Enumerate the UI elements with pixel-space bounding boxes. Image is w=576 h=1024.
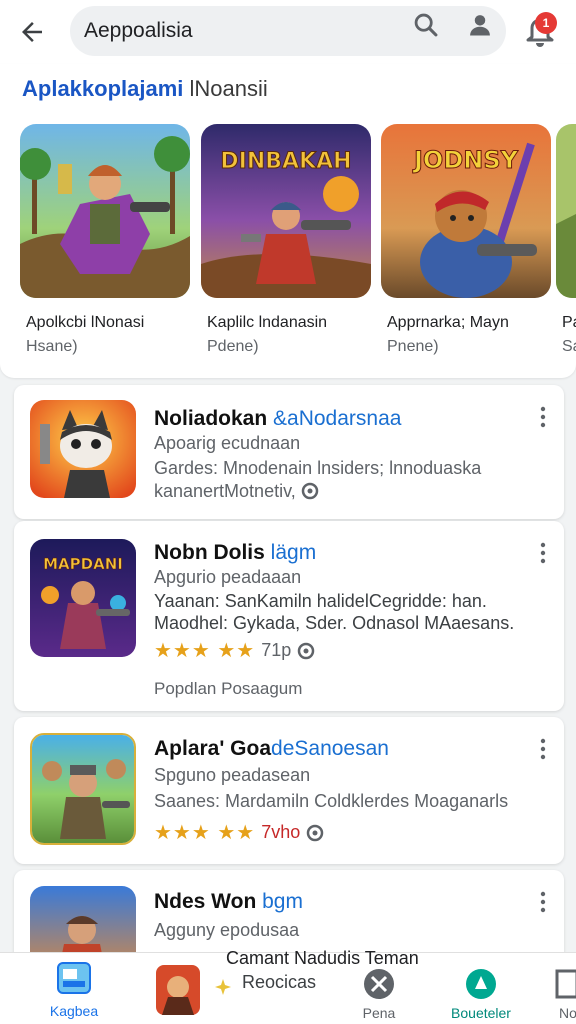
- nav-item-more[interactable]: No: [548, 953, 576, 1024]
- list-item[interactable]: Noliadokan &aNodarsnaa Apoarig ecudnaan …: [14, 385, 564, 519]
- kids-icon: [555, 969, 576, 999]
- app-card-subtitle: Pdene): [207, 338, 259, 355]
- offers-icon: [364, 969, 394, 999]
- app-card-name: Apolkcbi lNonasi: [26, 314, 145, 331]
- app-category: Apoarig ecudnaan: [154, 433, 301, 453]
- arrow-back-icon: [22, 22, 42, 42]
- rating-value: 7vho: [261, 822, 301, 842]
- app-title-highlight: deSanoesan: [271, 737, 389, 760]
- app-card-subtitle: Sa: [562, 338, 576, 355]
- app-card-image: [20, 124, 190, 298]
- app-category: Agguny epodusaa: [154, 920, 300, 940]
- app-genres: Gardes: Mnodenain lnsiders; lnnoduaska: [154, 458, 482, 478]
- nav-label: Pena: [362, 1005, 396, 1021]
- featured-section: Aplakkoplajami lNoansii Apolkcbi lNonasi…: [0, 64, 576, 378]
- app-category: Apgurio peadaaan: [154, 567, 302, 587]
- nav-item-books[interactable]: Boueteler: [446, 953, 516, 1024]
- app-tags: Maodhel: Gykada, Sder. Odnasol MAaesans.: [154, 613, 515, 633]
- books-icon: [466, 969, 496, 999]
- app-title: Noliadokan &aNodarsnaa: [154, 407, 401, 431]
- app-genres: Yaanan: SanKamiln halidelCegridde: han.: [154, 591, 487, 611]
- overlay-subtext: Reocicas: [242, 972, 317, 992]
- app-publisher: kananertMotnetiv,: [154, 481, 319, 502]
- app-card[interactable]: Pa Sa: [556, 124, 576, 356]
- app-icon: [30, 733, 136, 845]
- search-input[interactable]: [84, 19, 404, 43]
- games-icon: [57, 962, 91, 994]
- verified-icon: [307, 824, 324, 841]
- nav-label: Kagbea: [49, 1003, 99, 1019]
- nav-item-games[interactable]: Kagbea: [44, 953, 104, 1024]
- app-icon: MAPDANI: [30, 539, 136, 657]
- search-icon[interactable]: [412, 11, 440, 39]
- more-options-icon[interactable]: [536, 737, 550, 761]
- app-card[interactable]: DINBAKAH Kaplilc lndanasin Pdene): [201, 124, 373, 356]
- card-art-title: JODNSY: [412, 146, 519, 174]
- nav-label: No: [559, 1005, 576, 1021]
- app-title: Nobn Dolis lägm: [154, 541, 316, 565]
- app-icon-art-title: MAPDANI: [43, 555, 123, 573]
- section-title-part2: lNoansii: [183, 76, 268, 101]
- overlay-text: Camant Nadudis Teman: [226, 948, 419, 968]
- app-title-text: Nobn Dolis: [154, 541, 271, 564]
- notification-badge: 1: [535, 12, 557, 34]
- top-app-bar: 1: [0, 0, 576, 64]
- more-options-icon[interactable]: [536, 890, 550, 914]
- nav-item-apps[interactable]: [150, 953, 206, 1024]
- app-title-highlight: bgm: [262, 890, 303, 913]
- rating-stars: ★★★ ★★: [154, 822, 256, 844]
- app-card[interactable]: JODNSY Apprnarka; Mayn Pnene): [381, 124, 553, 356]
- app-title: Aplara' GoadeSanoesan: [154, 737, 389, 761]
- app-category: Spguno peadasean: [154, 765, 311, 785]
- app-footer: Popdlan Posaagum: [154, 679, 303, 698]
- verified-icon: [298, 642, 315, 659]
- list-item[interactable]: Aplara' GoadeSanoesan Spguno peadasean S…: [14, 717, 564, 864]
- app-rating: ★★★ ★★ 7vho: [154, 820, 324, 845]
- app-card-image: DINBAKAH: [201, 124, 371, 298]
- app-card-image: JODNSY: [381, 124, 551, 298]
- more-options-icon[interactable]: [536, 405, 550, 429]
- sparkle-icon: [215, 979, 231, 995]
- app-title: Ndes Won bgm: [154, 890, 303, 914]
- app-card-name: Apprnarka; Mayn: [387, 314, 509, 331]
- verified-icon: [301, 482, 319, 500]
- app-title-highlight: lägm: [270, 541, 317, 564]
- app-title-text: Ndes Won: [154, 890, 263, 913]
- app-title-text: Noliadokan: [154, 407, 274, 430]
- card-art-title: DINBAKAH: [220, 149, 351, 174]
- section-title-part1: Aplakkoplajami: [22, 76, 184, 101]
- app-genres: Saanes: Mardamiln Coldklerdes Moaganarls: [154, 791, 509, 811]
- app-publisher-text: kananertMotnetiv,: [154, 481, 296, 501]
- app-title-text: Aplara' Goa: [154, 737, 272, 760]
- app-icon: [30, 400, 136, 498]
- nav-label: Boueteler: [451, 1005, 511, 1021]
- search-bar[interactable]: [70, 6, 506, 56]
- app-card[interactable]: Apolkcbi lNonasi Hsane): [20, 124, 192, 356]
- section-title: Aplakkoplajami lNoansii: [22, 76, 268, 102]
- app-card-subtitle: Hsane): [26, 338, 78, 355]
- rating-stars: ★★★ ★★: [154, 640, 256, 662]
- app-card-image: [556, 124, 576, 298]
- list-item[interactable]: MAPDANI Nobn Dolis lägm Apgurio peadaaan…: [14, 521, 564, 711]
- rating-value: 71p: [261, 640, 292, 660]
- app-card-name: Kaplilc lndanasin: [207, 314, 328, 331]
- app-title-highlight: &aNodarsnaa: [273, 407, 402, 430]
- app-card-name: Pa: [562, 314, 576, 331]
- more-options-icon[interactable]: [536, 541, 550, 565]
- account-icon[interactable]: [466, 11, 494, 39]
- app-rating: ★★★ ★★ 71p: [154, 638, 315, 663]
- app-thumbnail-icon: [156, 965, 200, 1015]
- app-card-subtitle: Pnene): [387, 338, 439, 355]
- back-button[interactable]: [0, 0, 64, 64]
